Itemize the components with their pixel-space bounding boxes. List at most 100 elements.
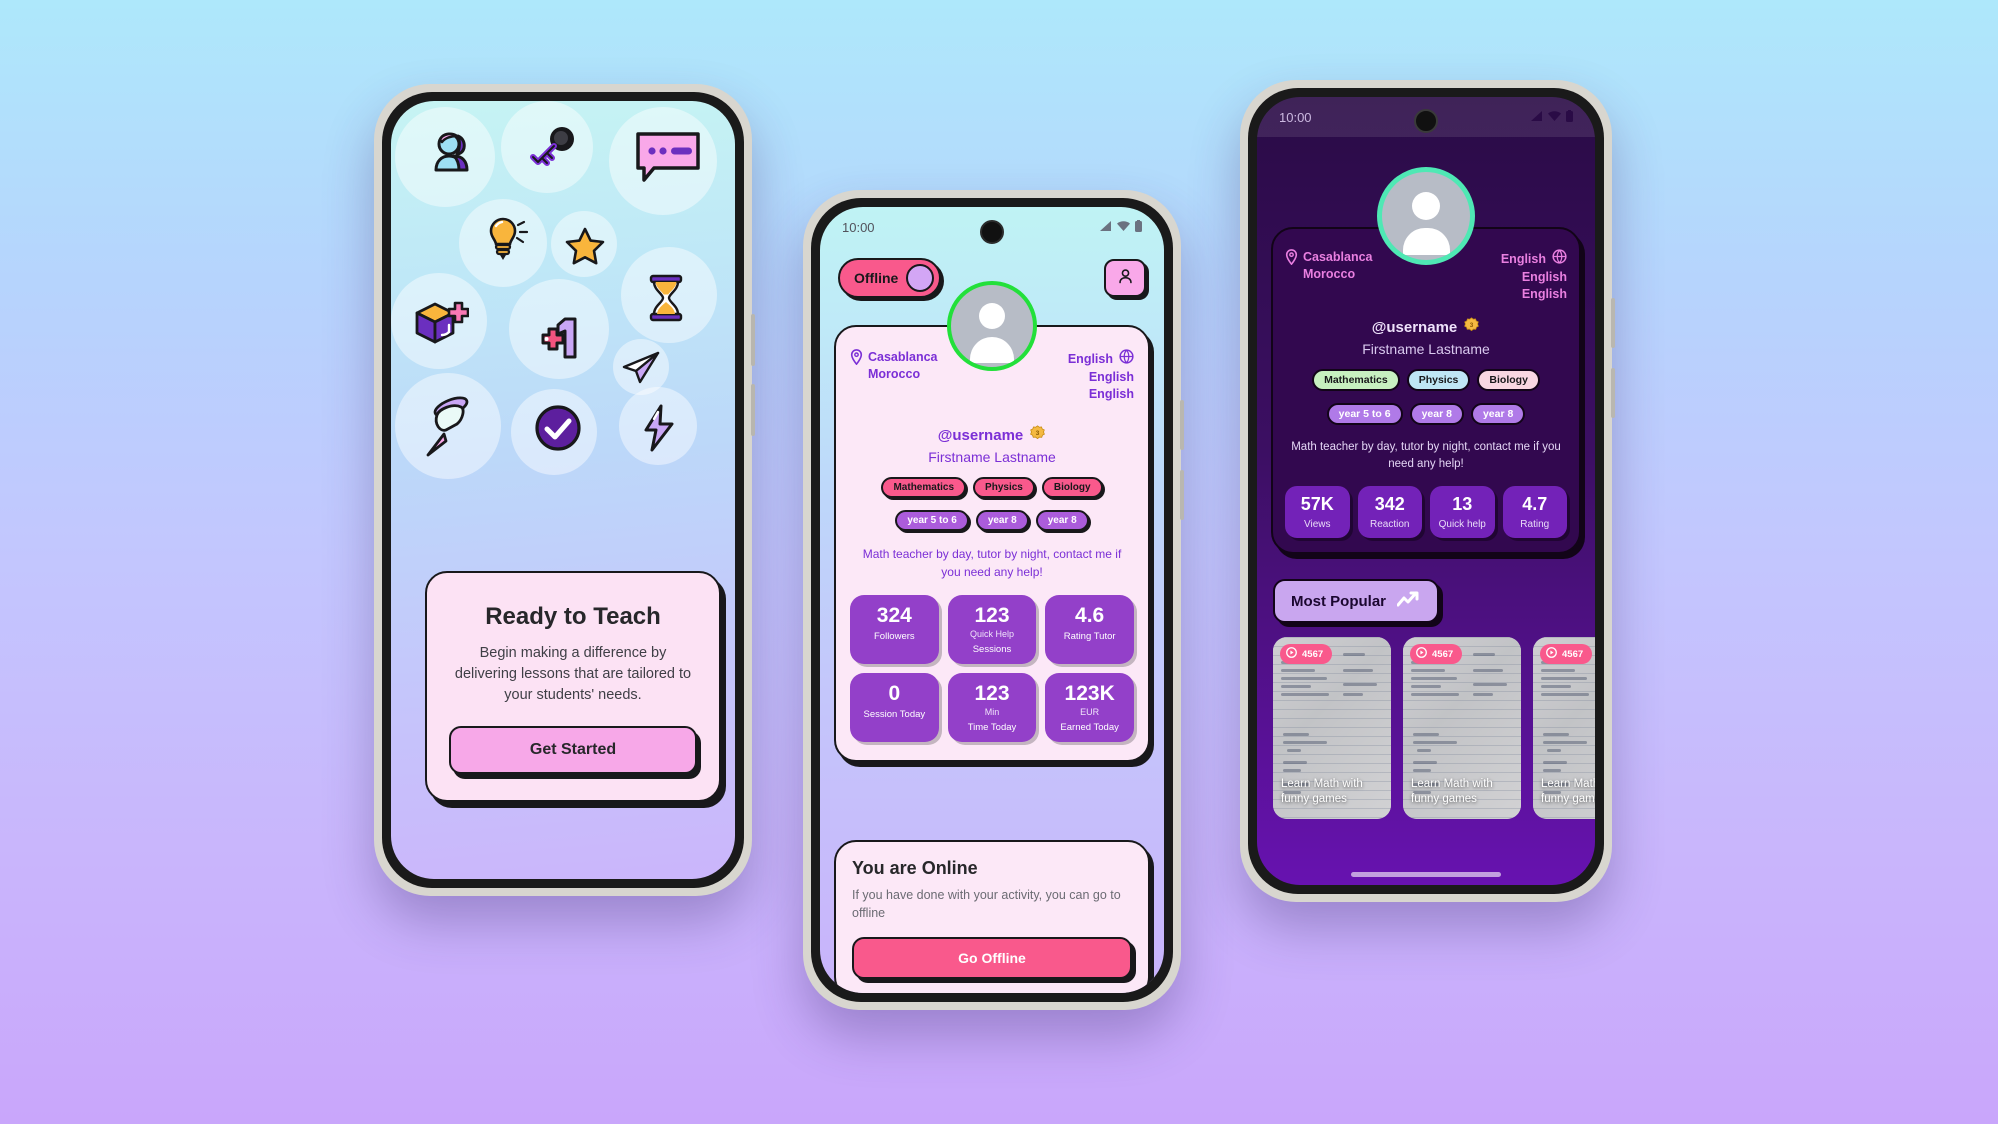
video-card[interactable]: 4567 Learn Math with funny games (1273, 637, 1391, 819)
phone3-power-button[interactable] (1611, 368, 1615, 418)
language-3: English (1088, 386, 1134, 401)
check-circle-icon (531, 401, 585, 455)
most-popular-button[interactable]: Most Popular (1273, 579, 1440, 623)
video-card[interactable]: 4567 Learn Math with funny games (1403, 637, 1521, 819)
globe-icon (1119, 349, 1134, 369)
pushpin-icon (417, 393, 481, 463)
chip-year[interactable]: year 8 (1470, 402, 1526, 425)
level-badge-icon: 3 (1029, 424, 1046, 446)
phone3-volume-button[interactable] (1611, 298, 1615, 348)
play-icon (1286, 647, 1297, 661)
stat-tile[interactable]: 57K Views (1285, 486, 1350, 538)
location: Casablanca Morocco (850, 349, 937, 403)
play-count-badge: 4567 (1280, 644, 1333, 664)
key-icon (525, 119, 583, 177)
plus-one-icon (531, 309, 589, 367)
languages: English English English (1501, 249, 1567, 303)
chip-subject[interactable]: Physics (1406, 368, 1471, 391)
battery-icon (1566, 109, 1573, 125)
stat-tile[interactable]: 123K EUR Earned Today (1045, 672, 1134, 743)
chip-year[interactable]: year 5 to 6 (1326, 402, 1403, 425)
stat-tile[interactable]: 4.7 Rating (1502, 486, 1567, 538)
ready-to-teach-card: Ready to Teach Begin making a difference… (425, 571, 721, 803)
profile-card: Casablanca Morocco English English Engli… (1271, 167, 1581, 554)
get-started-button[interactable]: Get Started (449, 726, 697, 775)
paper-plane-icon (619, 347, 663, 387)
chip-year[interactable]: year 8 (1409, 402, 1464, 425)
stat-tile[interactable]: 0 Session Today (850, 672, 939, 743)
online-card-subtitle: If you have done with your activity, you… (852, 887, 1121, 921)
bio-text: Math teacher by day, tutor by night, con… (1291, 440, 1561, 470)
language-2: English (1521, 269, 1567, 284)
chip-subject[interactable]: Biology (1477, 368, 1540, 391)
username-row: @username 3 (1285, 316, 1567, 338)
go-offline-button[interactable]: Go Offline (852, 937, 1132, 979)
languages: English English English (1068, 349, 1134, 403)
chip-year[interactable]: year 5 to 6 (895, 509, 969, 531)
year-chips: year 5 to 6 year 8 year 8 (850, 509, 1134, 531)
avatar[interactable] (947, 281, 1037, 371)
stat-tile[interactable]: 342 Reaction (1357, 486, 1422, 538)
stat-tile[interactable]: 324 Followers (850, 594, 939, 664)
signal-icon (1100, 220, 1112, 235)
play-icon (1416, 647, 1427, 661)
stat-value: 4.7 (1522, 494, 1548, 515)
chip-subject[interactable]: Physics (973, 476, 1035, 498)
phone2-power-button[interactable] (1180, 470, 1184, 520)
stat-value: 123 (974, 681, 1010, 705)
avatar[interactable] (1377, 167, 1475, 265)
stat-unit: EUR (1080, 706, 1100, 717)
battery-icon (1135, 219, 1142, 235)
svg-text:3: 3 (1036, 429, 1040, 436)
chip-year[interactable]: year 8 (975, 509, 1029, 531)
language-1: English (1067, 351, 1113, 366)
status-time: 10:00 (1279, 109, 1312, 125)
stat-label: Earned Today (1060, 722, 1119, 734)
stats-grid: 57K Views 342 Reaction 13 Quick help 4.7… (1285, 486, 1567, 538)
stat-unit: Min (984, 706, 1000, 717)
wifi-icon (1548, 110, 1561, 125)
chip-subject[interactable]: Mathematics (881, 476, 967, 498)
chip-subject[interactable]: Mathematics (1312, 368, 1400, 391)
stat-value: 13 (1452, 494, 1473, 515)
phone-3-screen: 10:00 Casablanca Morocco English English… (1257, 97, 1595, 885)
chip-subject[interactable]: Biology (1041, 476, 1103, 498)
phone-3-frame: 10:00 Casablanca Morocco English English… (1240, 80, 1615, 902)
username: @username (937, 426, 1024, 444)
stat-tile[interactable]: 123 Quick Help Sessions (947, 594, 1037, 664)
status-time: 10:00 (842, 219, 875, 235)
phone1-power-button[interactable] (751, 384, 755, 436)
mockup-stage: Ready to Teach Begin making a difference… (0, 0, 1998, 1124)
stat-value: 123K (1064, 681, 1115, 705)
camera-notch (980, 220, 1004, 244)
home-indicator (1351, 872, 1501, 877)
phone2-volume-button[interactable] (1180, 400, 1184, 450)
video-card[interactable]: 4567 Learn Math with funny games (1533, 637, 1595, 819)
phone1-volume-button[interactable] (751, 314, 755, 366)
stat-label: Sessions (972, 643, 1012, 655)
globe-icon (1552, 249, 1567, 269)
stat-unit: Quick Help (969, 628, 1014, 639)
most-popular-video-list[interactable]: 4567 Learn Math with funny games 4567 Le… (1273, 637, 1595, 819)
offline-toggle[interactable]: Offline (838, 258, 942, 298)
hourglass-icon (641, 271, 691, 325)
stat-value: 342 (1374, 494, 1405, 515)
stat-value: 324 (876, 603, 912, 627)
profile-button[interactable] (1104, 259, 1146, 297)
fullname: Firstname Lastname (928, 448, 1056, 465)
most-popular-label: Most Popular (1291, 592, 1387, 610)
play-count-badge: 4567 (1540, 644, 1593, 664)
lightbulb-icon (479, 211, 531, 265)
stat-tile[interactable]: 4.6 Rating Tutor (1045, 594, 1134, 664)
signal-icon (1531, 110, 1543, 125)
subject-chips: Mathematics Physics Biology (850, 476, 1134, 498)
stat-tile[interactable]: 13 Quick help (1430, 486, 1495, 538)
stat-tile[interactable]: 123 Min Time Today (947, 672, 1037, 743)
stat-value: 123 (974, 603, 1010, 627)
chip-year[interactable]: year 8 (1035, 509, 1089, 531)
stat-label: Session Today (863, 708, 926, 720)
camera-notch (1414, 109, 1438, 133)
play-count: 4567 (1432, 648, 1454, 660)
location-city: Casablanca (868, 350, 938, 364)
location: Casablanca Morocco (1285, 249, 1372, 303)
